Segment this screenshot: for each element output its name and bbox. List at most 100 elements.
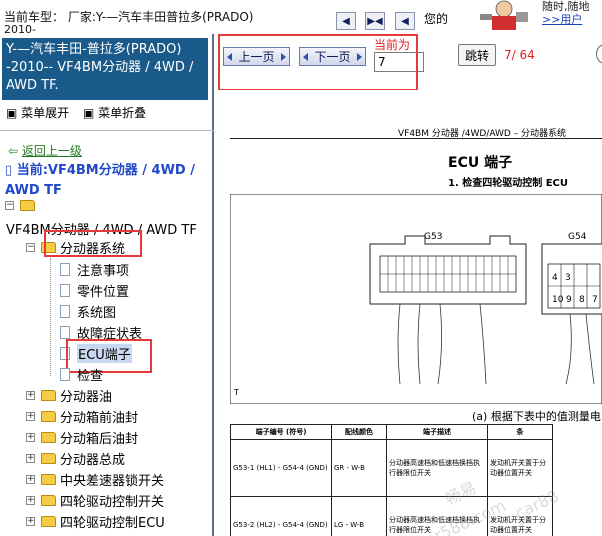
user-link[interactable]: >>用户 [542, 13, 590, 26]
connector-diagram: 4 3 10 9 8 7 [230, 194, 602, 404]
current-page-label: 当前为 [374, 38, 411, 52]
doc-subtitle: 1. 检查四轮驱动控制 ECU [448, 178, 569, 189]
table-row: G53-1 (HL1) - G54-4 (GND) GR - W-B 分动器高速… [230, 439, 553, 497]
tree-item-4wd-control-switch[interactable]: + 四轮驱动控制开关 [26, 491, 164, 510]
table-cell: GR - W-B [331, 439, 387, 497]
page-icon [60, 326, 70, 339]
tree-item-rear-oil-seal[interactable]: + 分动箱后油封 [26, 428, 138, 447]
nav-first-button[interactable]: ◀ [336, 12, 356, 30]
tree-item-front-oil-seal[interactable]: + 分动箱前油封 [26, 407, 138, 426]
tree-item-4wd-control-ecu[interactable]: + 四轮驱动控制ECU [26, 512, 165, 531]
collapse-icon[interactable]: − [5, 201, 14, 210]
your-label: 您的 [424, 12, 449, 26]
svg-text:10: 10 [552, 295, 564, 305]
folder-icon [41, 432, 56, 443]
tree-item-inspection[interactable]: 检查 [60, 365, 103, 384]
folder-open-icon [20, 200, 35, 211]
folder-open-icon [41, 242, 56, 253]
tree-item-transfer-system[interactable]: − 分动器系统 [26, 238, 125, 257]
tree-guide-line [50, 258, 51, 376]
back-link[interactable]: ⇦ 返回上一级 [8, 142, 82, 159]
sidebar-divider [0, 130, 214, 131]
doc-rule [230, 138, 602, 139]
tree-root-node[interactable]: − [5, 200, 39, 211]
tree-root-label[interactable]: VF4BM分动器 / 4WD / AWD TF [6, 219, 197, 238]
vehicle-label: 当前车型： 厂家:Y-—汽车丰田普拉多(PRADO) [4, 10, 254, 24]
table-header: 配线颜色 [331, 424, 387, 440]
folder-icon [41, 495, 56, 506]
expand-icon[interactable]: + [26, 412, 35, 421]
folder-icon [41, 516, 56, 527]
table-cell: G53-1 (HL1) - G54-4 (GND) [230, 439, 332, 497]
page-toolbar: 上一页 下一页 当前为 跳转 7/ 64 [214, 34, 602, 91]
expand-icon[interactable]: + [26, 391, 35, 400]
prev-page-button[interactable]: 上一页 [223, 47, 290, 66]
nav-next-icon: ◀ [401, 15, 409, 27]
back-arrow-icon: ⇦ [8, 144, 19, 158]
diagram-label: T [234, 388, 239, 397]
expand-icon[interactable]: + [26, 433, 35, 442]
tree-item-transfer-oil[interactable]: + 分动器油 [26, 386, 112, 405]
nav-expand-button[interactable]: ▶◀ [365, 12, 385, 30]
page-count: 7/ 64 [504, 48, 535, 62]
table-cell: 发动机开关置于分动器位置开关 [487, 496, 553, 536]
tree-item-part-locations[interactable]: 零件位置 [60, 281, 129, 300]
model-title: Y-—汽车丰田-普拉多(PRADO) -2010-- VF4BM分动器 / 4W… [2, 38, 208, 100]
doc-title: ECU 端子 [448, 155, 513, 171]
table-cell: 分动器高速档和低速档换档执行器限位开关 [386, 496, 488, 536]
svg-text:4: 4 [552, 273, 558, 283]
mascot-icon [474, 0, 536, 30]
table-row: G53-2 (HL2) - G54-4 (GND) LG - W-B 分动器高速… [230, 496, 553, 536]
collapse-all-button[interactable]: ▣ 菜单折叠 [83, 106, 146, 120]
svg-text:8: 8 [579, 295, 585, 305]
page-icon [60, 347, 70, 360]
folder-icon [41, 474, 56, 485]
svg-text:9: 9 [566, 295, 572, 305]
page-icon [60, 284, 70, 297]
svg-text:7: 7 [592, 295, 598, 305]
expand-icon[interactable]: + [26, 517, 35, 526]
table-header: 条 [487, 424, 553, 440]
menu-toggle-row: ▣ 菜单展开 ▣ 菜单折叠 [6, 104, 146, 121]
table-header-row: 端子编号 (符号) 配线颜色 端子描述 条 [230, 424, 553, 440]
collapse-icon[interactable]: − [26, 243, 35, 252]
table-cell: 发动机开关置于分动器位置开关 [487, 439, 553, 497]
folder-icon [41, 411, 56, 422]
file-icon: ▯ [5, 163, 13, 178]
nav-back-button[interactable]: ◀ [395, 12, 415, 30]
expand-all-button[interactable]: ▣ 菜单展开 [6, 106, 69, 120]
table-header: 端子描述 [386, 424, 488, 440]
table-caption: (a) 根据下表中的值测量电 [472, 410, 601, 423]
nav-first-icon: ◀ [342, 15, 350, 27]
document-page: VF4BM 分动器 /4WD/AWD – 分动器系统 ECU 端子 1. 检查四… [214, 90, 602, 536]
expand-icon[interactable]: + [26, 475, 35, 484]
jump-button[interactable]: 跳转 [458, 44, 496, 66]
next-page-button[interactable]: 下一页 [299, 47, 366, 66]
top-right-text: 随时,随地 [542, 0, 590, 13]
tree-item-symptom-table[interactable]: 故障症状表 [60, 323, 142, 342]
sidebar: Y-—汽车丰田-普拉多(PRADO) -2010-- VF4BM分动器 / 4W… [0, 34, 214, 536]
tree-item-system-diagram[interactable]: 系统图 [60, 302, 116, 321]
table-cell: 分动器高速档和低速档换档执行器限位开关 [386, 439, 488, 497]
nav-expand-icon: ▶◀ [367, 15, 383, 27]
tree-item-center-diff-lock-switch[interactable]: + 中央差速器锁开关 [26, 470, 164, 489]
expand-icon[interactable]: + [26, 454, 35, 463]
page-icon [60, 305, 70, 318]
folder-icon [41, 453, 56, 464]
expand-icon[interactable]: + [26, 496, 35, 505]
page-number-input[interactable] [374, 52, 424, 72]
top-right-links: 随时,随地 >>用户 [542, 0, 590, 26]
connector-g53-label: G53 [424, 232, 443, 242]
table-cell: LG - W-B [331, 496, 387, 536]
current-location: ▯ 当前:VF4BM分动器 / 4WD / AWD TF [5, 163, 195, 198]
terminal-spec-table: 端子编号 (符号) 配线颜色 端子描述 条 G53-1 (HL1) - G54-… [230, 424, 553, 536]
page-icon [60, 263, 70, 276]
table-cell: G53-2 (HL2) - G54-4 (GND) [230, 496, 332, 536]
tree-item-transfer-assembly[interactable]: + 分动器总成 [26, 449, 125, 468]
tree-item-notes[interactable]: 注意事项 [60, 260, 129, 279]
tree-item-ecu-terminals[interactable]: ECU端子 [60, 344, 132, 363]
help-icon[interactable] [596, 44, 602, 64]
page-icon [60, 368, 70, 381]
connector-g54-label: G54 [568, 232, 587, 242]
svg-text:3: 3 [565, 273, 571, 283]
